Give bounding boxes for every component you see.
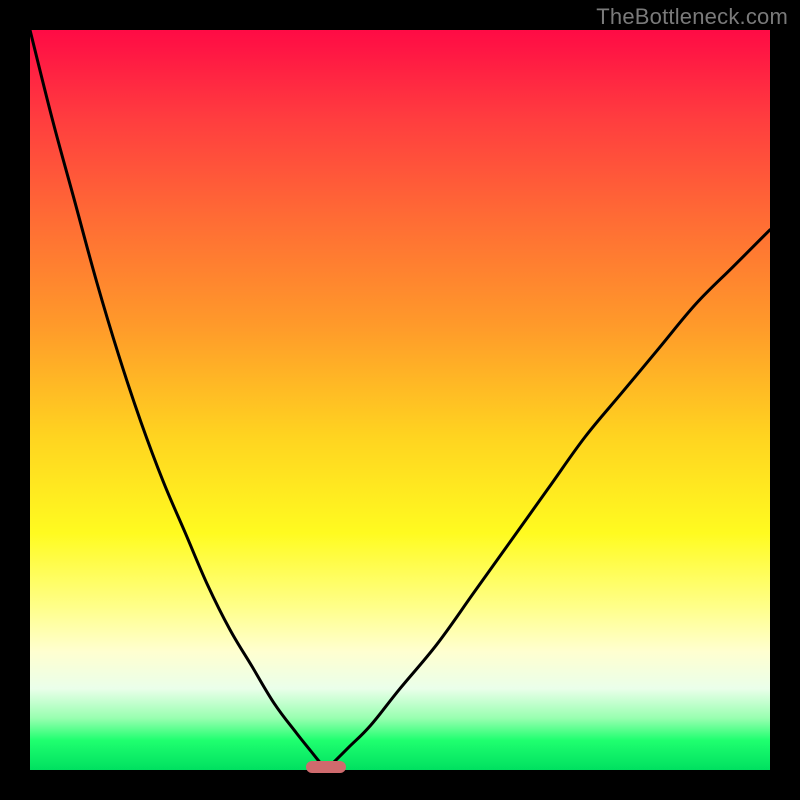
curve-right-branch [326,230,770,770]
watermark-text: TheBottleneck.com [596,4,788,30]
bottleneck-marker [306,761,347,773]
curve-left-branch [30,30,326,770]
plot-area [30,30,770,770]
chart-frame: TheBottleneck.com [0,0,800,800]
curve-layer [30,30,770,770]
